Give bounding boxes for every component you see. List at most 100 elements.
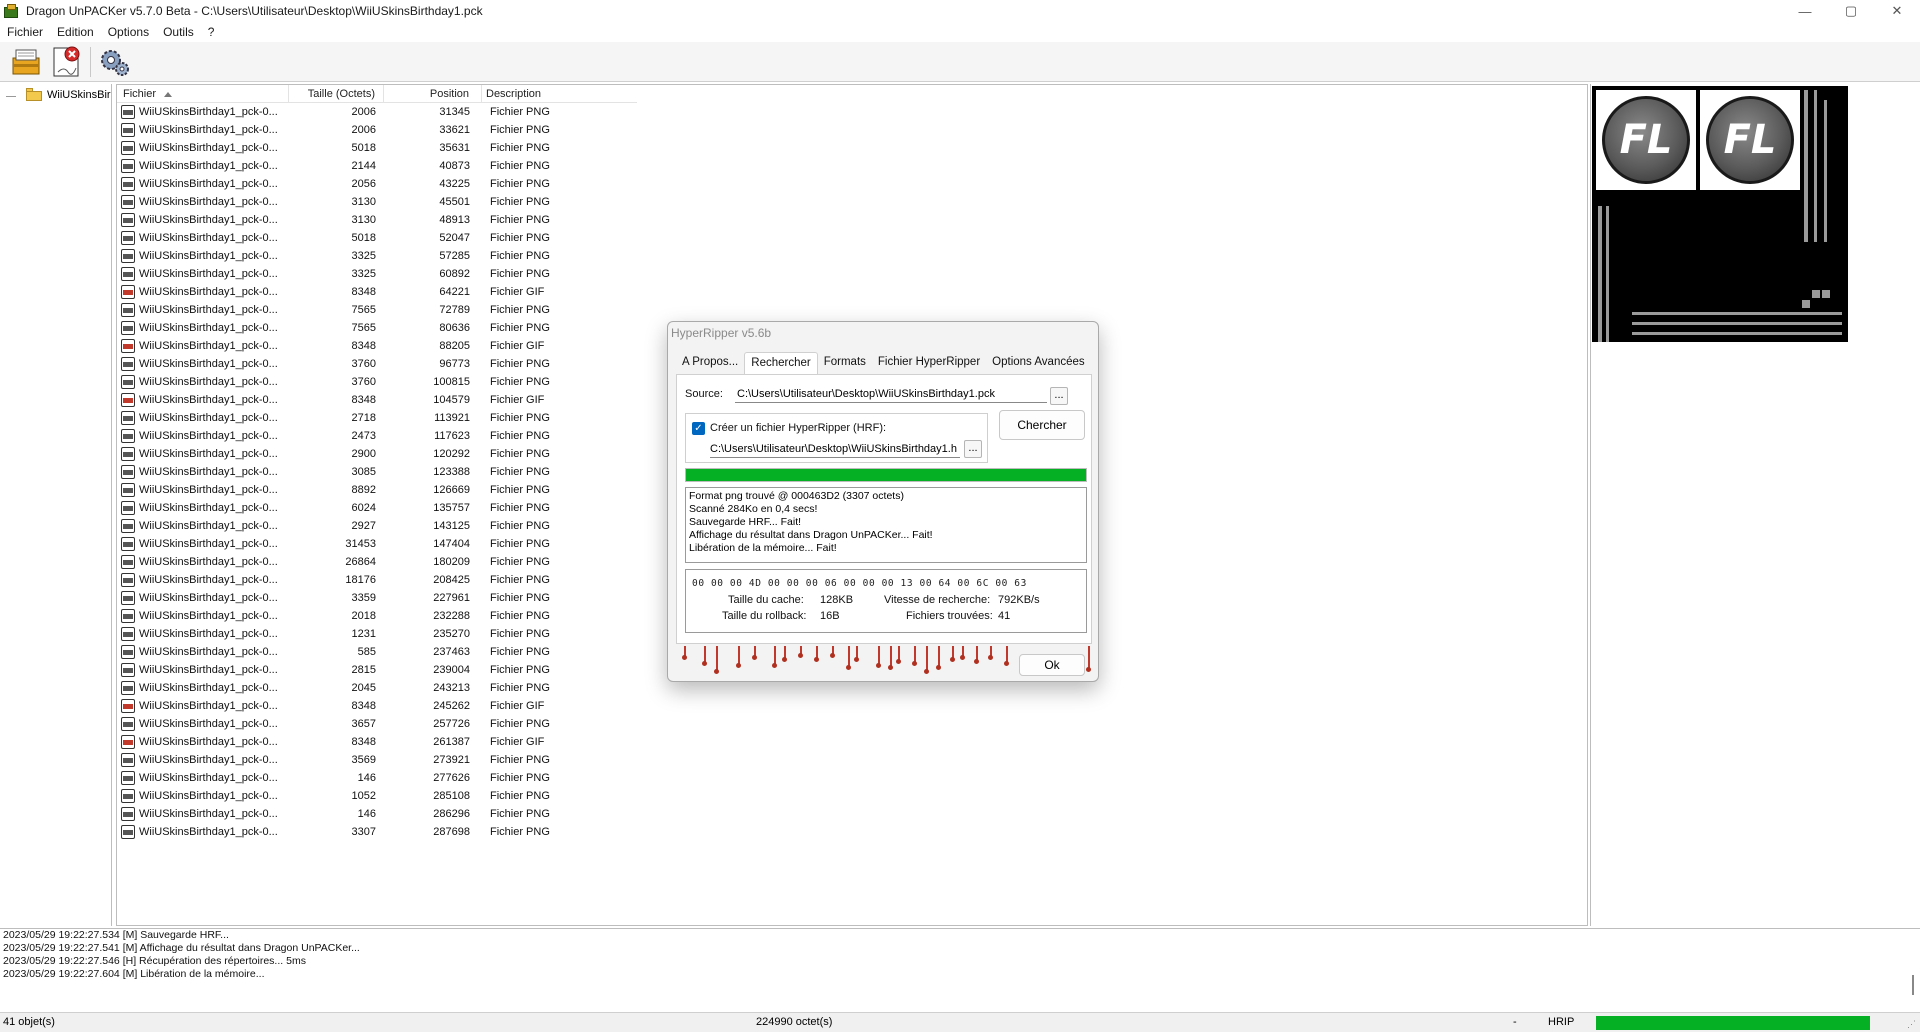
search-button[interactable]: Chercher bbox=[999, 410, 1085, 440]
table-row[interactable]: WiiUSkinsBirthday1_pck-0... 3085 123388 Fic… bbox=[117, 463, 637, 481]
table-row[interactable]: WiiUSkinsBirthday1_pck-0... 8348 261387 Fic… bbox=[117, 733, 637, 751]
blood-drip-decoration bbox=[988, 646, 993, 660]
hrf-path-field[interactable]: C:\Users\Utilisateur\Desktop\WiiUSkinsBi… bbox=[710, 440, 960, 458]
table-row[interactable]: WiiUSkinsBirthday1_pck-0... 8348 104579 Fic… bbox=[117, 391, 637, 409]
log-scrollbar[interactable] bbox=[1912, 975, 1914, 995]
file-name: WiiUSkinsBirthday1_pck-0... bbox=[139, 808, 278, 820]
file-description-cell: Fichier PNG bbox=[490, 664, 550, 676]
table-row[interactable]: WiiUSkinsBirthday1_pck-0... 3325 57285 Fich… bbox=[117, 247, 637, 265]
table-row[interactable]: WiiUSkinsBirthday1_pck-0... 18176 208425 Fi… bbox=[117, 571, 637, 589]
file-name: WiiUSkinsBirthday1_pck-0... bbox=[139, 160, 278, 172]
files-found-label: Fichiers trouvées: bbox=[906, 610, 993, 622]
maximize-button[interactable]: ▢ bbox=[1828, 0, 1874, 22]
table-row[interactable]: WiiUSkinsBirthday1_pck-0... 146 286296 Fich… bbox=[117, 805, 637, 823]
file-size-cell: 8348 bbox=[351, 736, 376, 748]
table-row[interactable]: WiiUSkinsBirthday1_pck-0... 2900 120292 Fic… bbox=[117, 445, 637, 463]
png-file-icon bbox=[121, 825, 135, 839]
tab-hyperripper-file[interactable]: Fichier HyperRipper bbox=[872, 352, 986, 374]
tab-formats[interactable]: Formats bbox=[818, 352, 872, 374]
table-row[interactable]: WiiUSkinsBirthday1_pck-0... 3307 287698 Fic… bbox=[117, 823, 637, 841]
browse-hrf-button[interactable]: ... bbox=[964, 440, 982, 458]
column-header-position[interactable]: Position bbox=[384, 85, 482, 103]
preview-block bbox=[1802, 300, 1810, 308]
file-size-cell: 2927 bbox=[351, 520, 376, 532]
table-row[interactable]: WiiUSkinsBirthday1_pck-0... 8892 126669 Fic… bbox=[117, 481, 637, 499]
minimize-button[interactable]: — bbox=[1782, 0, 1828, 22]
table-row[interactable]: WiiUSkinsBirthday1_pck-0... 5018 35631 Fich… bbox=[117, 139, 637, 157]
table-row[interactable]: WiiUSkinsBirthday1_pck-0... 3325 60892 Fich… bbox=[117, 265, 637, 283]
table-row[interactable]: WiiUSkinsBirthday1_pck-0... 2018 232288 Fic… bbox=[117, 607, 637, 625]
menu-edition[interactable]: Edition bbox=[50, 25, 101, 39]
table-row[interactable]: WiiUSkinsBirthday1_pck-0... 3760 96773 Fich… bbox=[117, 355, 637, 373]
file-size-cell: 2006 bbox=[351, 124, 376, 136]
source-field[interactable]: C:\Users\Utilisateur\Desktop\WiiUSkinsBi… bbox=[735, 385, 1047, 403]
log-panel[interactable]: 2023/05/29 19:22:27.534 [M] Sauvegarde H… bbox=[0, 928, 1920, 1012]
table-row[interactable]: WiiUSkinsBirthday1_pck-0... 146 277626 Fich… bbox=[117, 769, 637, 787]
table-row[interactable]: WiiUSkinsBirthday1_pck-0... 8348 88205 Fich… bbox=[117, 337, 637, 355]
column-header-description[interactable]: Description bbox=[482, 85, 637, 103]
preview-panel: FL FL bbox=[1590, 84, 1920, 926]
table-row[interactable]: WiiUSkinsBirthday1_pck-0... 3359 227961 Fic… bbox=[117, 589, 637, 607]
table-row[interactable]: WiiUSkinsBirthday1_pck-0... 2006 31345 Fich… bbox=[117, 103, 637, 121]
directory-tree[interactable]: WiiUSkinsBir bbox=[0, 84, 112, 926]
file-size-cell: 585 bbox=[357, 646, 376, 658]
tab-about[interactable]: A Propos... bbox=[676, 352, 744, 374]
file-size-cell: 8892 bbox=[351, 484, 376, 496]
table-row[interactable]: WiiUSkinsBirthday1_pck-0... 2144 40873 Fich… bbox=[117, 157, 637, 175]
open-archive-button[interactable] bbox=[8, 44, 44, 80]
close-button[interactable]: ✕ bbox=[1874, 0, 1920, 22]
file-description-cell: Fichier PNG bbox=[490, 754, 550, 766]
table-row[interactable]: WiiUSkinsBirthday1_pck-0... 26864 180209 Fi… bbox=[117, 553, 637, 571]
menu-outils[interactable]: Outils bbox=[156, 25, 201, 39]
table-row[interactable]: WiiUSkinsBirthday1_pck-0... 31453 147404 Fi… bbox=[117, 535, 637, 553]
table-row[interactable]: WiiUSkinsBirthday1_pck-0... 585 237463 Fich… bbox=[117, 643, 637, 661]
file-name-cell: WiiUSkinsBirthday1_pck-0... bbox=[117, 285, 289, 299]
table-row[interactable]: WiiUSkinsBirthday1_pck-0... 6024 135757 Fic… bbox=[117, 499, 637, 517]
file-name-cell: WiiUSkinsBirthday1_pck-0... bbox=[117, 663, 289, 677]
file-position-cell: 72789 bbox=[439, 304, 470, 316]
table-row[interactable]: WiiUSkinsBirthday1_pck-0... 2006 33621 Fich… bbox=[117, 121, 637, 139]
table-row[interactable]: WiiUSkinsBirthday1_pck-0... 7565 80636 Fich… bbox=[117, 319, 637, 337]
tree-root-item[interactable]: WiiUSkinsBir bbox=[26, 88, 111, 101]
table-row[interactable]: WiiUSkinsBirthday1_pck-0... 3760 100815 Fic… bbox=[117, 373, 637, 391]
table-row[interactable]: WiiUSkinsBirthday1_pck-0... 8348 245262 Fic… bbox=[117, 697, 637, 715]
file-name-cell: WiiUSkinsBirthday1_pck-0... bbox=[117, 501, 289, 515]
column-header-name[interactable]: Fichier bbox=[117, 85, 289, 103]
table-row[interactable]: WiiUSkinsBirthday1_pck-0... 2056 43225 Fich… bbox=[117, 175, 637, 193]
table-row[interactable]: WiiUSkinsBirthday1_pck-0... 3657 257726 Fic… bbox=[117, 715, 637, 733]
menu-fichier[interactable]: Fichier bbox=[0, 25, 50, 39]
table-row[interactable]: WiiUSkinsBirthday1_pck-0... 2045 243213 Fic… bbox=[117, 679, 637, 697]
file-description-cell: Fichier PNG bbox=[490, 124, 550, 136]
preview-stripe bbox=[1632, 312, 1842, 315]
hrf-checkbox[interactable]: ✓ bbox=[692, 422, 705, 435]
table-row[interactable]: WiiUSkinsBirthday1_pck-0... 3569 273921 Fic… bbox=[117, 751, 637, 769]
tab-advanced-options[interactable]: Options Avancées bbox=[986, 352, 1091, 374]
table-row[interactable]: WiiUSkinsBirthday1_pck-0... 2473 117623 Fic… bbox=[117, 427, 637, 445]
ok-button[interactable]: Ok bbox=[1019, 654, 1085, 676]
settings-button[interactable] bbox=[97, 44, 133, 80]
menu-help[interactable]: ? bbox=[201, 25, 222, 39]
menu-options[interactable]: Options bbox=[101, 25, 156, 39]
table-row[interactable]: WiiUSkinsBirthday1_pck-0... 2718 113921 Fic… bbox=[117, 409, 637, 427]
tab-search[interactable]: Rechercher bbox=[744, 352, 818, 374]
table-row[interactable]: WiiUSkinsBirthday1_pck-0... 7565 72789 Fich… bbox=[117, 301, 637, 319]
file-name-cell: WiiUSkinsBirthday1_pck-0... bbox=[117, 807, 289, 821]
table-row[interactable]: WiiUSkinsBirthday1_pck-0... 8348 64221 Fich… bbox=[117, 283, 637, 301]
table-row[interactable]: WiiUSkinsBirthday1_pck-0... 2927 143125 Fic… bbox=[117, 517, 637, 535]
column-header-size[interactable]: Taille (Octets) bbox=[289, 85, 384, 103]
table-row[interactable]: WiiUSkinsBirthday1_pck-0... 1052 285108 Fic… bbox=[117, 787, 637, 805]
table-row[interactable]: WiiUSkinsBirthday1_pck-0... 3130 45501 Fich… bbox=[117, 193, 637, 211]
png-file-icon bbox=[121, 375, 135, 389]
file-position-cell: 52047 bbox=[439, 232, 470, 244]
table-row[interactable]: WiiUSkinsBirthday1_pck-0... 5018 52047 Fich… bbox=[117, 229, 637, 247]
close-archive-button[interactable] bbox=[48, 44, 84, 80]
resize-grip-icon[interactable]: ⋰ bbox=[1907, 1019, 1916, 1030]
file-position-cell: 113921 bbox=[434, 412, 470, 424]
table-row[interactable]: WiiUSkinsBirthday1_pck-0... 3130 48913 Fich… bbox=[117, 211, 637, 229]
file-position-cell: 208425 bbox=[433, 574, 470, 586]
png-file-icon bbox=[121, 771, 135, 785]
table-row[interactable]: WiiUSkinsBirthday1_pck-0... 1231 235270 Fic… bbox=[117, 625, 637, 643]
file-name-cell: WiiUSkinsBirthday1_pck-0... bbox=[117, 645, 289, 659]
table-row[interactable]: WiiUSkinsBirthday1_pck-0... 2815 239004 Fic… bbox=[117, 661, 637, 679]
browse-source-button[interactable]: ... bbox=[1050, 387, 1068, 405]
